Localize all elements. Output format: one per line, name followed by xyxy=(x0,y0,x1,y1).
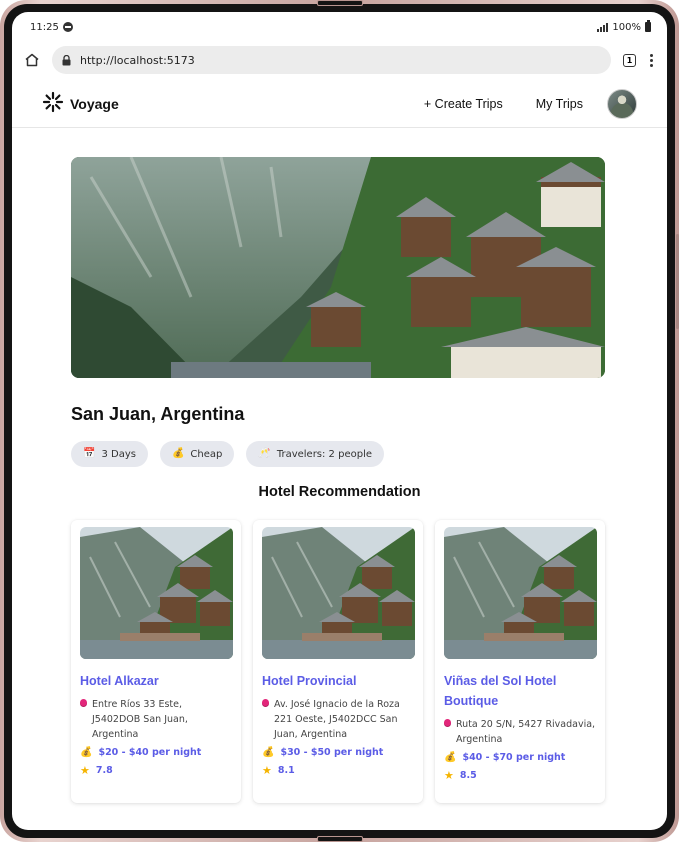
hero-image xyxy=(71,157,605,378)
money-bag-icon: 💰 xyxy=(262,747,275,758)
money-bag-icon: 💰 xyxy=(171,448,185,459)
signal-icon xyxy=(597,22,609,32)
star-icon: ★ xyxy=(444,769,454,782)
trip-location-title: San Juan, Argentina xyxy=(71,404,245,424)
hotel-section-title: Hotel Recommendation xyxy=(258,484,421,500)
tabs-icon[interactable]: 1 xyxy=(623,53,636,67)
location-pin-icon xyxy=(444,719,451,726)
hotel-name: Viñas del Sol Hotel Boutique xyxy=(444,674,557,708)
days-chip-label: 3 Days xyxy=(101,448,136,460)
hotel-address: Ruta 20 S/N, 5427 Rivadavia, Argentina xyxy=(456,719,596,745)
location-pin-icon xyxy=(262,699,269,706)
hotel-card[interactable]: Viñas del Sol Hotel Boutique Ruta 20 S/N… xyxy=(435,520,605,803)
status-time: 11:25 xyxy=(30,21,59,33)
browser-toolbar: http://localhost:5173 1 xyxy=(12,42,667,78)
hotel-rating: 8.1 xyxy=(277,765,295,776)
budget-chip-label: Cheap xyxy=(190,448,223,460)
brand-logo[interactable]: Voyage xyxy=(42,91,119,117)
logo-icon xyxy=(42,91,64,117)
travelers-icon: 🥂 xyxy=(258,448,271,459)
hotel-address: Av. José Ignacio de la Roza 221 Oeste, J… xyxy=(274,699,400,740)
hotel-address: Entre Ríos 33 Este, J5402DOB San Juan, A… xyxy=(92,699,188,740)
hotel-price: $30 - $50 per night xyxy=(280,747,384,758)
star-icon: ★ xyxy=(80,764,90,777)
hotel-rating: 8.5 xyxy=(459,770,477,781)
device-hinge-bottom xyxy=(316,836,363,842)
money-bag-icon: 💰 xyxy=(80,747,93,758)
url-text: http://localhost:5173 xyxy=(80,53,195,67)
hotel-card[interactable]: Hotel Alkazar Entre Ríos 33 Este, J5402D… xyxy=(71,520,241,803)
location-pin-icon xyxy=(80,699,87,706)
create-trips-button[interactable]: + Create Trips xyxy=(424,97,503,111)
avatar[interactable] xyxy=(607,88,637,119)
app-header: Voyage + Create Trips My Trips xyxy=(12,80,667,128)
hotel-name: Hotel Alkazar xyxy=(80,674,159,688)
hotel-card-list: Hotel Alkazar Entre Ríos 33 Este, J5402D… xyxy=(71,520,605,803)
my-trips-button[interactable]: My Trips xyxy=(536,97,583,111)
home-icon[interactable] xyxy=(22,50,42,70)
status-bar: 11:25 100% xyxy=(12,12,667,42)
screen: 11:25 100% http://localhost:5173 1 Voyag… xyxy=(12,12,667,830)
hotel-name: Hotel Provincial xyxy=(262,674,357,688)
device-hinge-top xyxy=(316,0,363,6)
lock-icon xyxy=(62,54,74,66)
money-bag-icon: 💰 xyxy=(444,752,457,763)
trip-info-chips: 📅 3 Days 💰 Cheap 🥂 Travelers: 2 people xyxy=(71,441,384,467)
hotel-price: $40 - $70 per night xyxy=(462,752,566,763)
travelers-chip-label: Travelers: 2 people xyxy=(276,448,372,460)
travelers-chip: 🥂 Travelers: 2 people xyxy=(246,441,384,467)
battery-percent: 100% xyxy=(612,21,641,33)
hotel-image xyxy=(444,527,597,659)
hotel-image xyxy=(262,527,415,659)
star-icon: ★ xyxy=(262,764,272,777)
hotel-price: $20 - $40 per night xyxy=(98,747,202,758)
hotel-card[interactable]: Hotel Provincial Av. José Ignacio de la … xyxy=(253,520,423,803)
hotel-rating: 7.8 xyxy=(95,765,113,776)
calendar-icon: 📅 xyxy=(83,448,96,459)
days-chip: 📅 3 Days xyxy=(71,441,148,467)
more-icon[interactable] xyxy=(646,53,657,67)
device-frame: 11:25 100% http://localhost:5173 1 Voyag… xyxy=(0,0,679,842)
notification-icon xyxy=(62,22,73,32)
hotel-image xyxy=(80,527,233,659)
budget-chip: 💰 Cheap xyxy=(159,441,235,467)
address-bar[interactable]: http://localhost:5173 xyxy=(52,46,611,74)
battery-icon xyxy=(645,20,651,32)
brand-name: Voyage xyxy=(70,95,119,112)
